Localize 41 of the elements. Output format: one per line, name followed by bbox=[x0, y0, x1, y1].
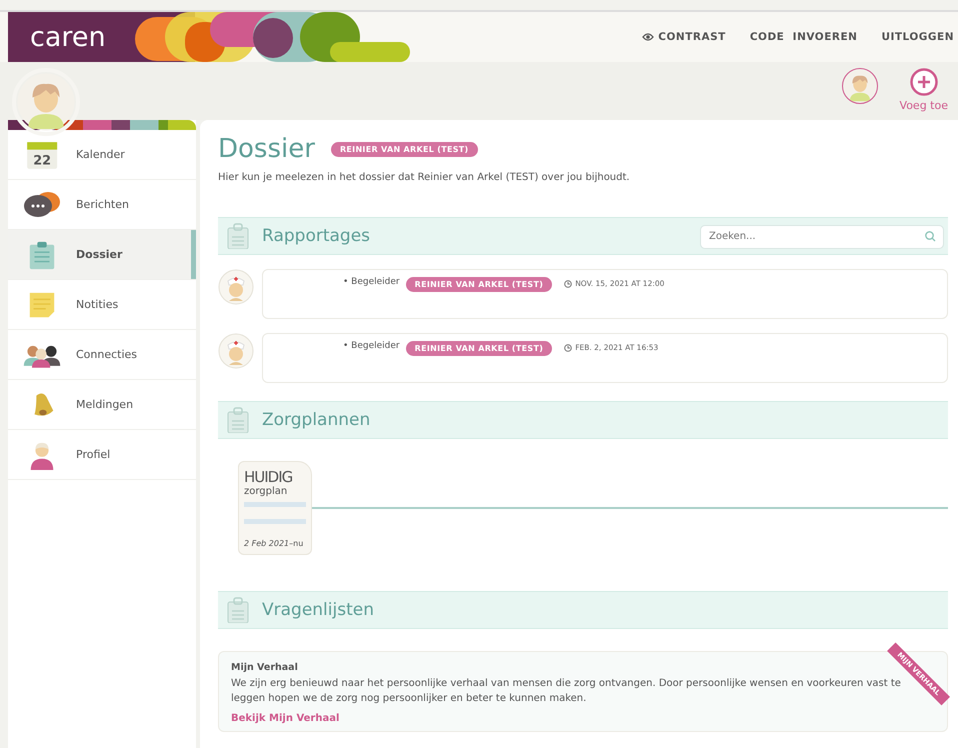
client-avatar[interactable] bbox=[842, 68, 878, 104]
clock-icon bbox=[564, 344, 572, 352]
questionnaire-title: Mijn Verhaal bbox=[231, 662, 299, 673]
role-label: • Begeleider bbox=[343, 341, 400, 351]
search-icon bbox=[925, 231, 936, 242]
author-tag: REINIER VAN ARKEL (TEST) bbox=[406, 341, 552, 356]
questionnaire-link[interactable]: Bekijk Mijn Verhaal bbox=[231, 713, 340, 724]
calendar-icon: 22 bbox=[24, 140, 60, 170]
nurse-avatar-icon bbox=[218, 269, 254, 305]
author-tag: REINIER VAN ARKEL (TEST) bbox=[406, 277, 552, 292]
speech-bubbles-icon bbox=[22, 190, 62, 220]
header-link[interactable]: UITLOGGEN bbox=[881, 31, 954, 43]
sidebar-item[interactable]: Profiel bbox=[8, 430, 196, 480]
section-title: Vragenlijsten bbox=[262, 600, 374, 620]
sidebar-item[interactable]: Notities bbox=[8, 280, 196, 330]
clock-icon bbox=[564, 280, 572, 288]
sidebar-item[interactable]: Meldingen bbox=[8, 380, 196, 430]
header-link[interactable]: CODE INVOEREN bbox=[750, 31, 858, 43]
logo[interactable]: caren bbox=[30, 22, 106, 52]
plan-period: 2 Feb 2021–nu bbox=[244, 539, 304, 548]
sidebar-item[interactable]: 22 Kalender bbox=[8, 130, 196, 180]
clipboard-icon bbox=[27, 240, 57, 270]
intro-text: Hier kun je meelezen in het dossier dat Reinier van Arkel (TEST) over jou bijhoudt. bbox=[218, 172, 631, 183]
eye-icon bbox=[642, 33, 654, 41]
clipboard-icon bbox=[226, 223, 250, 249]
clipboard-icon bbox=[226, 407, 250, 433]
header-link[interactable]: CONTRAST bbox=[642, 31, 726, 43]
nurse-avatar-icon bbox=[218, 333, 254, 369]
clipboard-icon bbox=[226, 597, 250, 623]
section-title: Zorgplannen bbox=[262, 410, 370, 430]
caregiver-tag: REINIER VAN ARKEL (TEST) bbox=[330, 142, 478, 156]
role-label: • Begeleider bbox=[343, 277, 400, 287]
sidebar-item[interactable]: Dossier bbox=[8, 230, 196, 280]
search-field[interactable]: Zoeken... bbox=[700, 224, 944, 248]
sidebar-item[interactable]: Connecties bbox=[8, 330, 196, 380]
section-title: Rapportages bbox=[262, 226, 370, 246]
plus-icon bbox=[910, 68, 938, 96]
page-title: Dossier bbox=[218, 134, 315, 164]
plan-status: HUIDIG bbox=[244, 468, 294, 486]
plan-type: zorgplan bbox=[244, 486, 288, 497]
care-plan-card[interactable]: HUIDIG zorgplan 2 Feb 2021–nu bbox=[238, 461, 312, 555]
